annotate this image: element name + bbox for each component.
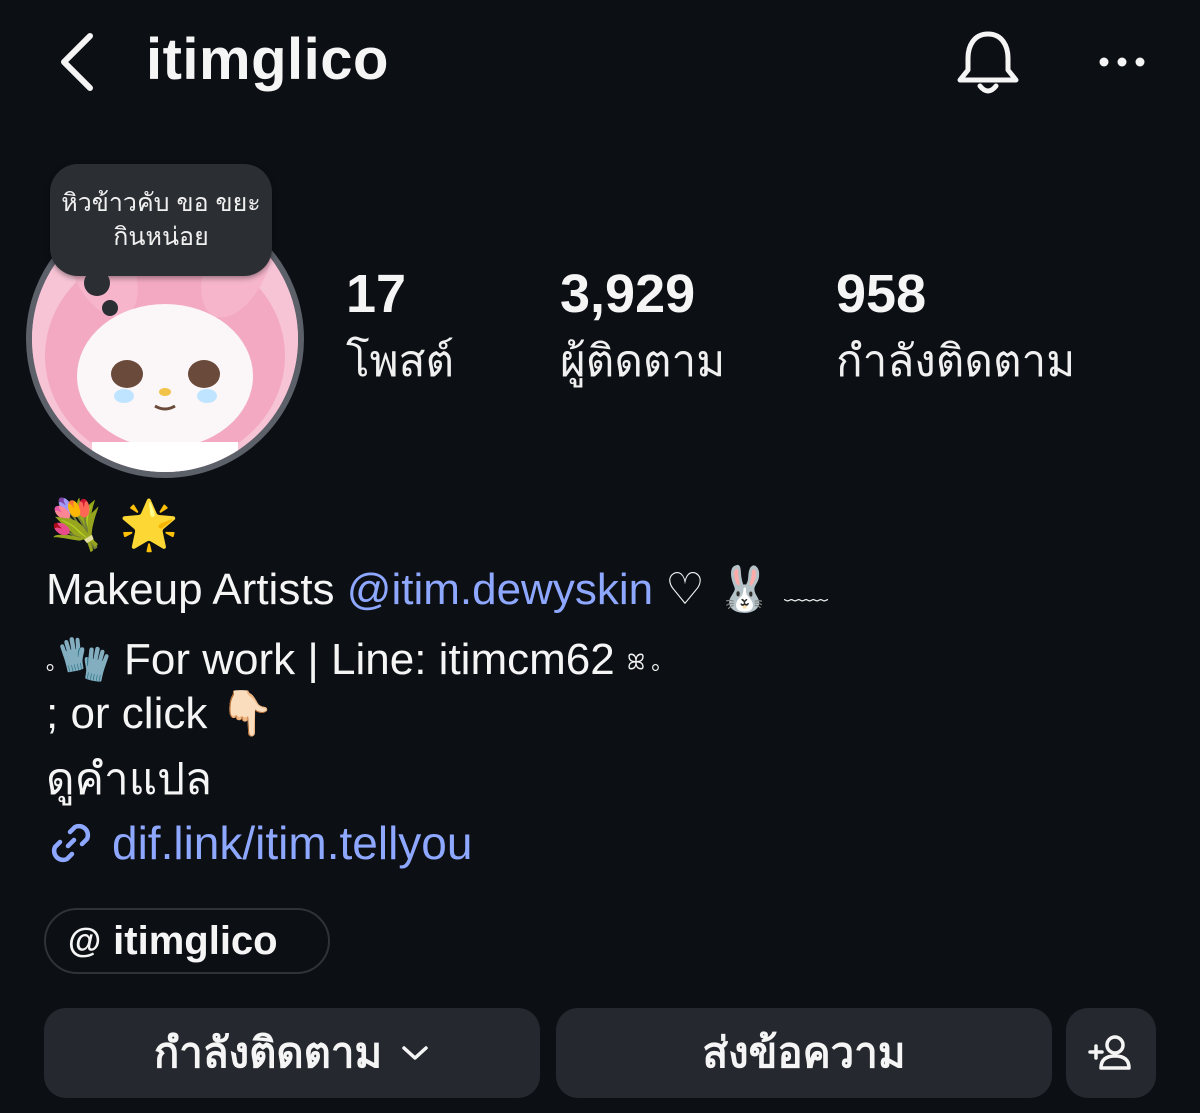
back-button[interactable] bbox=[52, 28, 104, 96]
chevron-left-icon bbox=[61, 33, 93, 91]
following-button-label: กำลังติดตาม bbox=[153, 1029, 383, 1076]
bio-decoration: ꕤ ｡ bbox=[626, 649, 663, 675]
posts-label: โพสต์ bbox=[346, 337, 455, 386]
message-button-label: ส่งข้อความ bbox=[702, 1029, 906, 1076]
note-bubble-tail bbox=[84, 270, 110, 296]
bio-decoration: ｡ bbox=[46, 649, 58, 675]
posts-count: 17 bbox=[346, 264, 407, 324]
suggested-users-button[interactable] bbox=[1066, 1008, 1156, 1098]
bio-line-2: ｡🧤 For work | Line: itimcm62 ꕤ ｡ bbox=[46, 632, 662, 690]
threads-profile-chip[interactable]: @ itimglico bbox=[44, 908, 330, 974]
stat-followers[interactable]: 3,929 ผู้ติดตาม bbox=[560, 264, 725, 392]
followers-label: ผู้ติดตาม bbox=[560, 337, 726, 386]
following-button[interactable]: กำลังติดตาม bbox=[44, 1008, 540, 1098]
following-label: กำลังติดตาม bbox=[836, 337, 1076, 386]
threads-icon: @ bbox=[68, 921, 102, 960]
add-user-icon bbox=[1088, 1035, 1131, 1070]
more-horizontal-icon bbox=[1099, 57, 1145, 67]
notifications-button[interactable] bbox=[954, 26, 1022, 98]
bio-text: ♡ 🐰 bbox=[653, 565, 784, 614]
profile-note[interactable]: หิวข้าวคับ ขอ ขยะกินหน่อย bbox=[50, 164, 272, 276]
bio-emoji-line: 💐 🌟 bbox=[46, 499, 179, 552]
note-bubble-tail-small bbox=[102, 300, 118, 316]
message-button[interactable]: ส่งข้อความ bbox=[556, 1008, 1052, 1098]
bio-decoration: ﹏﹏ bbox=[783, 579, 828, 605]
bio-text: Makeup Artists bbox=[46, 565, 347, 614]
bio-line-3: ; or click 👇🏻 bbox=[46, 689, 275, 738]
threads-handle: itimglico bbox=[113, 918, 278, 963]
bio-link-text: dif.link/itim.tellyou bbox=[112, 817, 473, 869]
stat-following[interactable]: 958 กำลังติดตาม bbox=[836, 264, 1075, 392]
link-icon bbox=[51, 823, 91, 863]
bio-mention-link[interactable]: @itim.dewyskin bbox=[347, 565, 653, 614]
profile-username: itimglico bbox=[146, 27, 389, 92]
chevron-down-icon bbox=[402, 1046, 428, 1060]
profile-screen: itimglico หิวข้าวคับ ขอ ขยะกินหน่อย 17 โ… bbox=[0, 0, 1200, 1113]
bio-text: 🧤 For work | Line: itimcm62 bbox=[57, 635, 627, 684]
bio-external-link[interactable]: dif.link/itim.tellyou bbox=[46, 814, 472, 872]
bell-icon bbox=[957, 31, 1019, 94]
bio-line-1: Makeup Artists @itim.dewyskin ♡ 🐰 ﹏﹏ bbox=[46, 562, 828, 620]
profile-note-text: หิวข้าวคับ ขอ ขยะกินหน่อย bbox=[61, 189, 261, 251]
stat-posts[interactable]: 17 โพสต์ bbox=[346, 264, 454, 392]
followers-count: 3,929 bbox=[560, 264, 696, 324]
more-options-button[interactable] bbox=[1090, 42, 1154, 82]
see-translation-link[interactable]: ดูคำแปล bbox=[46, 752, 212, 808]
following-count: 958 bbox=[836, 264, 927, 324]
